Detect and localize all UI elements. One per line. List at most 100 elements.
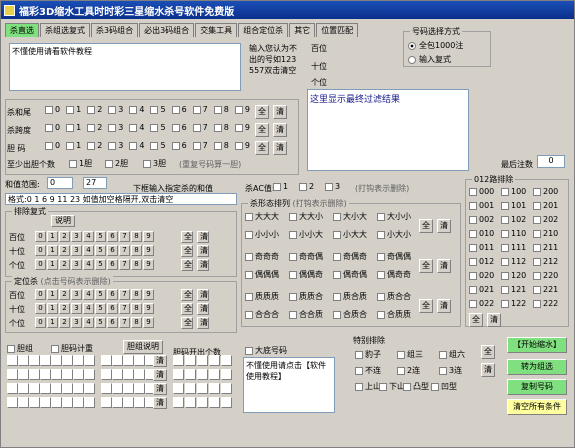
killsum-digit[interactable]: 4 — [129, 105, 144, 114]
route-check[interactable]: 021 — [469, 285, 494, 294]
killsum-digit[interactable]: 4 — [129, 123, 144, 132]
route-check[interactable]: 202 — [533, 215, 558, 224]
killsum-digit[interactable]: 3 — [108, 141, 123, 150]
pattern-check[interactable]: 合质质 — [377, 309, 411, 320]
dan-cell[interactable] — [101, 383, 112, 394]
special-check[interactable]: 2连 — [397, 365, 420, 376]
fixkill-digit[interactable]: 2 — [59, 303, 70, 314]
dan-cell[interactable] — [84, 369, 95, 380]
dan-cell[interactable] — [29, 397, 40, 408]
special-all-button[interactable]: 全 — [481, 345, 495, 359]
atleast-2[interactable]: 2胆 — [105, 158, 128, 169]
dan-count-cell[interactable] — [197, 397, 208, 408]
dan-cell[interactable] — [40, 369, 51, 380]
fixkill-all-button[interactable]: 全 — [181, 317, 193, 329]
pattern-all-button[interactable]: 全 — [419, 259, 433, 273]
killsum-digit[interactable]: 7 — [192, 105, 208, 114]
route-check[interactable]: 012 — [469, 257, 494, 266]
dan-cell[interactable] — [7, 369, 18, 380]
killsum-digit[interactable]: 6 — [171, 105, 187, 114]
pattern-check[interactable]: 小大小 — [377, 229, 411, 240]
route-check[interactable]: 112 — [501, 257, 526, 266]
fixkill-digit[interactable]: 9 — [143, 303, 154, 314]
route-check[interactable]: 121 — [501, 285, 526, 294]
dan-cell[interactable] — [62, 383, 73, 394]
fixkill-digit[interactable]: 7 — [119, 317, 130, 328]
pairdup-digit[interactable]: 5 — [95, 245, 106, 256]
ac-2[interactable]: 2 — [299, 182, 314, 191]
killsum-all-button[interactable]: 全 — [255, 123, 269, 137]
killsum-digit[interactable]: 0 — [45, 141, 60, 150]
pairdup-digit[interactable]: 9 — [143, 245, 154, 256]
dan-explain-button[interactable]: 胆组说明 — [123, 340, 163, 354]
route-check[interactable]: 022 — [469, 299, 494, 308]
tab-intersection[interactable]: 交集工具 — [195, 23, 238, 37]
pattern-check[interactable]: 小小大 — [289, 229, 323, 240]
pattern-clear-button[interactable]: 清 — [437, 299, 451, 313]
killsum-digit[interactable]: 1 — [66, 123, 81, 132]
dan-cell[interactable] — [62, 355, 73, 366]
dan-count-cell[interactable] — [197, 369, 208, 380]
dan-cell[interactable] — [62, 369, 73, 380]
pairdup-clear-button[interactable]: 清 — [197, 259, 209, 271]
pattern-check[interactable]: 质质质 — [245, 291, 279, 302]
input-textarea[interactable]: 不懂使用请看软件教程 — [9, 43, 241, 91]
pairdup-digit[interactable]: 8 — [131, 245, 142, 256]
route-check[interactable]: 200 — [533, 187, 558, 196]
special-clear-button[interactable]: 清 — [481, 363, 495, 377]
pairdup-digit[interactable]: 2 — [59, 231, 70, 242]
pairdup-digit[interactable]: 1 — [47, 231, 58, 242]
tab-kill-direct[interactable]: 杀直选 — [5, 23, 39, 37]
fixkill-digit[interactable]: 4 — [83, 289, 94, 300]
killsum-digit[interactable]: 5 — [150, 141, 166, 150]
fixkill-all-button[interactable]: 全 — [181, 303, 193, 315]
dan-count-cell[interactable] — [221, 397, 232, 408]
start-button[interactable]: 【开始缩水】 — [507, 337, 567, 353]
pairdup-clear-button[interactable]: 清 — [197, 231, 209, 243]
pattern-clear-button[interactable]: 清 — [437, 219, 451, 233]
fixkill-digit[interactable]: 6 — [107, 303, 118, 314]
dan-cell[interactable] — [62, 397, 73, 408]
killsum-digit[interactable]: 1 — [66, 105, 81, 114]
pairdup-all-button[interactable]: 全 — [181, 259, 193, 271]
pairdup-digit[interactable]: 4 — [83, 259, 94, 270]
killsum-digit[interactable]: 3 — [108, 105, 123, 114]
fixkill-digit[interactable]: 6 — [107, 317, 118, 328]
pairdup-all-button[interactable]: 全 — [181, 231, 193, 243]
bigbottom-textarea[interactable]: 不懂使用请点击【软件使用教程】 — [243, 357, 335, 413]
tab-position-match[interactable]: 位置匹配 — [316, 23, 359, 37]
dan-count-cell[interactable] — [197, 355, 208, 366]
pairdup-digit[interactable]: 1 — [47, 259, 58, 270]
range-format-input[interactable]: 格式:0 1 6 9 11 23 如值加空格隔开,双击清空 — [5, 193, 237, 205]
pattern-check[interactable]: 偶偶偶 — [245, 269, 279, 280]
dan-cell[interactable] — [51, 355, 62, 366]
dan-count-cell[interactable] — [209, 397, 220, 408]
killsum-digit[interactable]: 1 — [66, 141, 81, 150]
dan-count-cell[interactable] — [185, 383, 196, 394]
dan-cell[interactable] — [134, 369, 145, 380]
pairdup-digit[interactable]: 7 — [119, 231, 130, 242]
pattern-check[interactable]: 奇偶偶 — [377, 251, 411, 262]
dan-cell[interactable] — [112, 355, 123, 366]
route-check[interactable]: 002 — [469, 215, 494, 224]
dan-clear-button[interactable]: 清 — [153, 397, 167, 409]
dan-cell[interactable] — [112, 369, 123, 380]
dan-count-cell[interactable] — [173, 397, 184, 408]
pattern-check[interactable]: 奇奇偶 — [289, 251, 323, 262]
killsum-digit[interactable]: 8 — [213, 123, 229, 132]
dan-cell[interactable] — [101, 355, 112, 366]
route-check[interactable]: 212 — [533, 257, 558, 266]
pairdup-digit[interactable]: 9 — [143, 259, 154, 270]
pattern-check[interactable]: 小小小 — [245, 229, 279, 240]
dan-cell[interactable] — [40, 355, 51, 366]
dan-cell[interactable] — [112, 383, 123, 394]
pairdup-digit[interactable]: 2 — [59, 245, 70, 256]
dan-count-cell[interactable] — [209, 369, 220, 380]
fixkill-digit[interactable]: 2 — [59, 317, 70, 328]
tab-combo-position[interactable]: 组合定位杀 — [238, 23, 289, 37]
dan-cell[interactable] — [134, 383, 145, 394]
pairdup-digit[interactable]: 7 — [119, 259, 130, 270]
pairdup-digit[interactable]: 5 — [95, 259, 106, 270]
fixkill-digit[interactable]: 5 — [95, 289, 106, 300]
fixkill-digit[interactable]: 8 — [131, 317, 142, 328]
